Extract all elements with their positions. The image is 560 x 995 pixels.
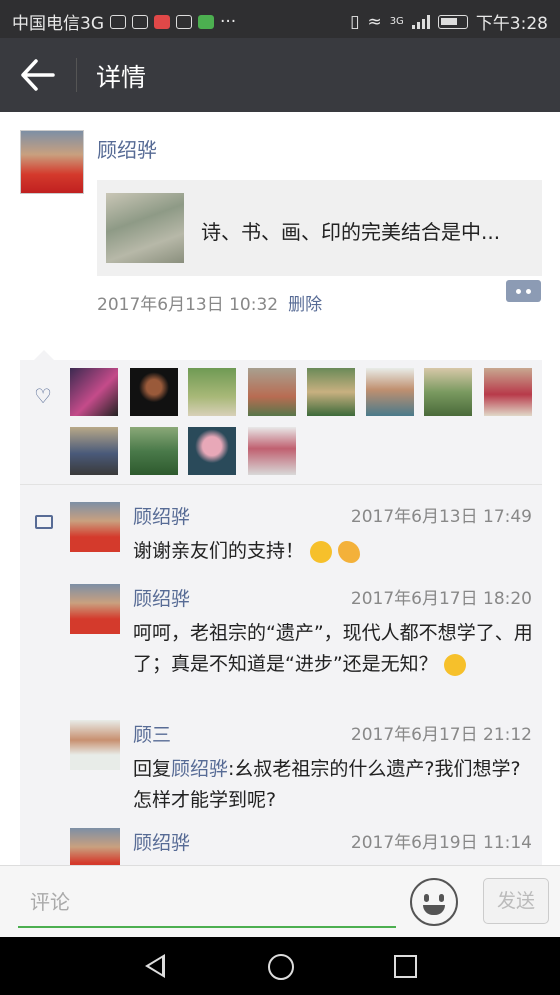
title-bar: 详情: [0, 38, 560, 112]
reply-to-name[interactable]: 顾绍骅: [171, 758, 228, 780]
page-title: 详情: [96, 63, 147, 92]
play-store-icon: [198, 14, 214, 29]
like-avatar[interactable]: [424, 368, 472, 416]
ok-hand-emoji-icon: [338, 540, 361, 563]
commenter-name[interactable]: 顾绍骅: [133, 828, 190, 855]
author-avatar[interactable]: [20, 130, 84, 194]
like-avatar[interactable]: [484, 368, 532, 416]
comment-time: 2017年6月13日 17:49: [350, 507, 532, 527]
comment-time: 2017年6月17日 21:12: [350, 725, 532, 745]
delete-link[interactable]: 删除: [288, 295, 322, 315]
commenter-avatar[interactable]: [70, 502, 120, 552]
post-meta: 2017年6月13日 10:32 删除: [97, 290, 322, 315]
sim-icon: [110, 14, 126, 29]
comment-item[interactable]: 顾绍骅 2017年6月17日 18:20 呵呵，老祖宗的“遗产”，现代人都不想学…: [70, 584, 533, 714]
comment-text: 回复顾绍骅:幺叔老祖宗的什么遗产?我们想学?怎样才能学到呢?: [133, 758, 521, 811]
more-icon[interactable]: [506, 280, 541, 302]
system-nav-bar: [0, 937, 560, 995]
heart-icon: ♡: [34, 384, 52, 408]
wifi-icon: ≈: [367, 11, 382, 32]
comment-text: 呵呵，老祖宗的“遗产”，现代人都不想学了、用了；真是不知道是“进步”还是无知？: [133, 622, 533, 676]
article-title: 诗、书、画、印的完美结合是中...: [201, 220, 501, 244]
battery-icon: [437, 14, 468, 29]
comments-panel: 顾绍骅 2017年6月13日 17:49 谢谢亲友们的支持！ 顾绍骅 2017年…: [20, 485, 542, 865]
title-divider: [76, 58, 77, 92]
surprised-emoji-icon: [443, 653, 466, 676]
like-avatar[interactable]: [130, 427, 178, 475]
likes-pointer: [34, 350, 54, 360]
comment-icon: [35, 515, 53, 529]
nav-home-icon[interactable]: [268, 954, 294, 980]
notification-icon-2: [176, 14, 192, 29]
post-timestamp: 2017年6月13日 10:32: [97, 295, 279, 315]
comment-item[interactable]: 顾三 2017年6月17日 21:12 回复顾绍骅:幺叔老祖宗的什么遗产?我们想…: [70, 720, 532, 820]
article-thumbnail: [106, 193, 184, 263]
like-avatar[interactable]: [366, 368, 414, 416]
like-avatar[interactable]: [70, 427, 118, 475]
comment-time: 2017年6月19日 11:14: [350, 833, 532, 853]
commenter-name[interactable]: 顾三: [133, 720, 171, 747]
commenter-name[interactable]: 顾绍骅: [133, 584, 190, 611]
commenter-avatar[interactable]: [70, 828, 120, 865]
grin-emoji-icon: [310, 540, 333, 563]
like-avatar[interactable]: [130, 368, 178, 416]
commenter-avatar[interactable]: [70, 720, 120, 770]
likes-panel: ♡: [20, 360, 542, 484]
like-avatar[interactable]: [188, 368, 236, 416]
comment-input[interactable]: 评论: [18, 880, 396, 928]
nav-back-icon[interactable]: [145, 954, 165, 978]
commenter-avatar[interactable]: [70, 584, 120, 634]
like-avatar[interactable]: [188, 427, 236, 475]
more-notifications-icon: ···: [220, 11, 237, 32]
comment-input-bar: 评论 发送: [0, 865, 560, 938]
comment-time: 2017年6月17日 18:20: [350, 589, 532, 609]
author-name[interactable]: 顾绍骅: [97, 134, 157, 163]
shared-article-card[interactable]: 诗、书、画、印的完美结合是中...: [97, 180, 542, 276]
like-avatar[interactable]: [248, 368, 296, 416]
like-avatar[interactable]: [307, 368, 355, 416]
clock: 下午3:28: [475, 14, 548, 34]
back-arrow-icon[interactable]: [20, 58, 56, 92]
status-bar: 中国电信3G ··· ▯ ≈ 3G 下午3:28: [0, 0, 560, 38]
app-notification-icon: [154, 14, 170, 29]
carrier-label: 中国电信3G: [12, 14, 104, 34]
like-avatar[interactable]: [70, 368, 118, 416]
network-label: 3G: [389, 16, 404, 27]
send-button[interactable]: 发送: [483, 878, 549, 924]
commenter-name[interactable]: 顾绍骅: [133, 502, 190, 529]
comment-item[interactable]: 顾绍骅 2017年6月19日 11:14: [70, 828, 532, 865]
like-avatar[interactable]: [248, 427, 296, 475]
comment-text: 谢谢亲友们的支持！: [133, 536, 533, 567]
vibrate-icon: ▯: [350, 11, 360, 32]
emoji-icon[interactable]: [410, 878, 458, 926]
notification-icon: [132, 14, 148, 29]
signal-icon: [411, 14, 430, 29]
nav-recent-icon[interactable]: [394, 955, 417, 978]
